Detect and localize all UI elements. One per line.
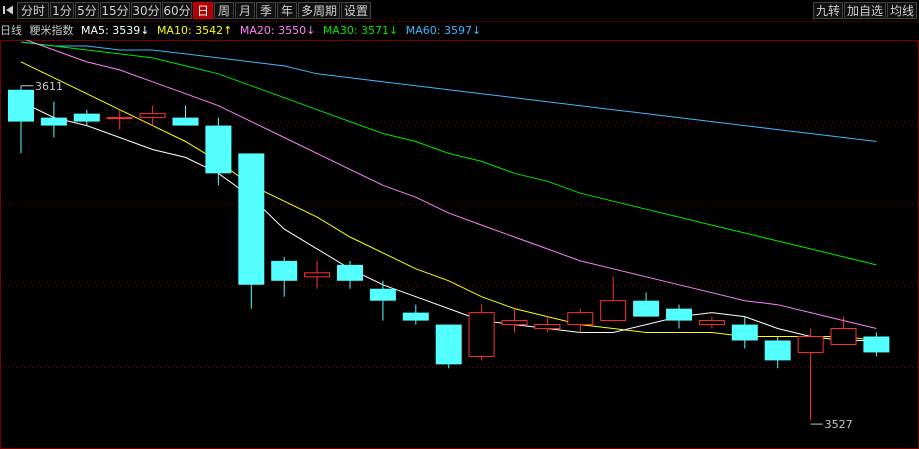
period-tab-7[interactable]: 周 <box>214 2 234 19</box>
candle-body <box>633 300 660 317</box>
kline-chart[interactable]: 3611 3527 <box>0 40 919 449</box>
period-tab-11[interactable]: 多周期 <box>298 2 340 19</box>
legend-ma60: MA60: 3597↓ <box>405 24 482 37</box>
period-tab-10[interactable]: 年 <box>277 2 297 19</box>
period-tab-12[interactable]: 设置 <box>341 2 371 19</box>
toolbar-button-1[interactable]: 加自选 <box>844 2 886 19</box>
ma10-line <box>20 61 877 341</box>
chart-frame <box>0 40 919 449</box>
candle-body <box>600 300 627 322</box>
candle-body <box>567 312 594 326</box>
candle-body <box>501 320 528 326</box>
period-tab-2[interactable]: 5分 <box>75 2 99 19</box>
ma5-line <box>20 101 877 341</box>
toolbar-button-2[interactable]: 均线 <box>887 2 917 19</box>
legend-ma10: MA10: 3542↑ <box>156 24 233 37</box>
legend-ma5: MA5: 3539↓ <box>81 24 150 37</box>
candle-body <box>534 324 561 330</box>
period-toolbar: 分时 1分 5分 15分 30分 60分日周月季年多周期 设置 均线 加自选 九转 <box>0 0 919 22</box>
legend-index-name: 粳米指数 <box>29 24 74 37</box>
price-annotation-1: 3527 <box>825 418 853 431</box>
candle-body <box>435 324 462 365</box>
candle-body <box>172 117 199 126</box>
toolbar-button-0[interactable]: 九转 <box>813 2 843 19</box>
legend-ma30: MA30: 3571↓ <box>322 24 399 37</box>
candle-body <box>731 324 758 341</box>
period-tab-8[interactable]: 月 <box>235 2 255 19</box>
candle-body <box>304 272 331 278</box>
period-tab-1[interactable]: 1分 <box>50 2 74 19</box>
candle-body <box>369 288 396 301</box>
period-tab-0[interactable]: 分时 <box>17 2 49 19</box>
candle-body <box>830 328 857 345</box>
candle-body <box>271 260 298 281</box>
candle-body <box>205 125 232 174</box>
candle-body <box>468 312 495 357</box>
candle-body <box>238 153 265 285</box>
candle-body <box>139 113 166 119</box>
play-back-icon[interactable] <box>2 4 14 16</box>
ma30-line <box>20 41 877 266</box>
candle-body <box>666 308 692 321</box>
candle-body <box>797 336 824 353</box>
candle-body <box>402 312 429 321</box>
period-tab-9[interactable]: 季 <box>256 2 276 19</box>
candle-body <box>863 336 890 353</box>
indicator-legend: 日线 粳米指数 MA5: 3539↓ MA10: 3542↑ MA20: 355… <box>0 22 485 40</box>
candle-body <box>698 320 725 326</box>
candle-body <box>764 340 791 361</box>
ma60-line <box>20 41 877 142</box>
legend-ma20: MA20: 3550↓ <box>239 24 316 37</box>
period-tab-4[interactable]: 30分 <box>131 2 161 19</box>
candle-body <box>8 89 34 122</box>
price-annotation-0: 3611 <box>35 80 63 93</box>
legend-period: 日线 <box>0 24 22 37</box>
candle-body <box>337 264 363 281</box>
candle-body <box>73 113 100 122</box>
period-tab-6[interactable]: 日 <box>193 2 213 19</box>
candle-body <box>40 117 67 126</box>
candle-body <box>106 117 133 120</box>
period-tab-3[interactable]: 15分 <box>100 2 130 19</box>
period-tab-5[interactable]: 60分 <box>162 2 192 19</box>
